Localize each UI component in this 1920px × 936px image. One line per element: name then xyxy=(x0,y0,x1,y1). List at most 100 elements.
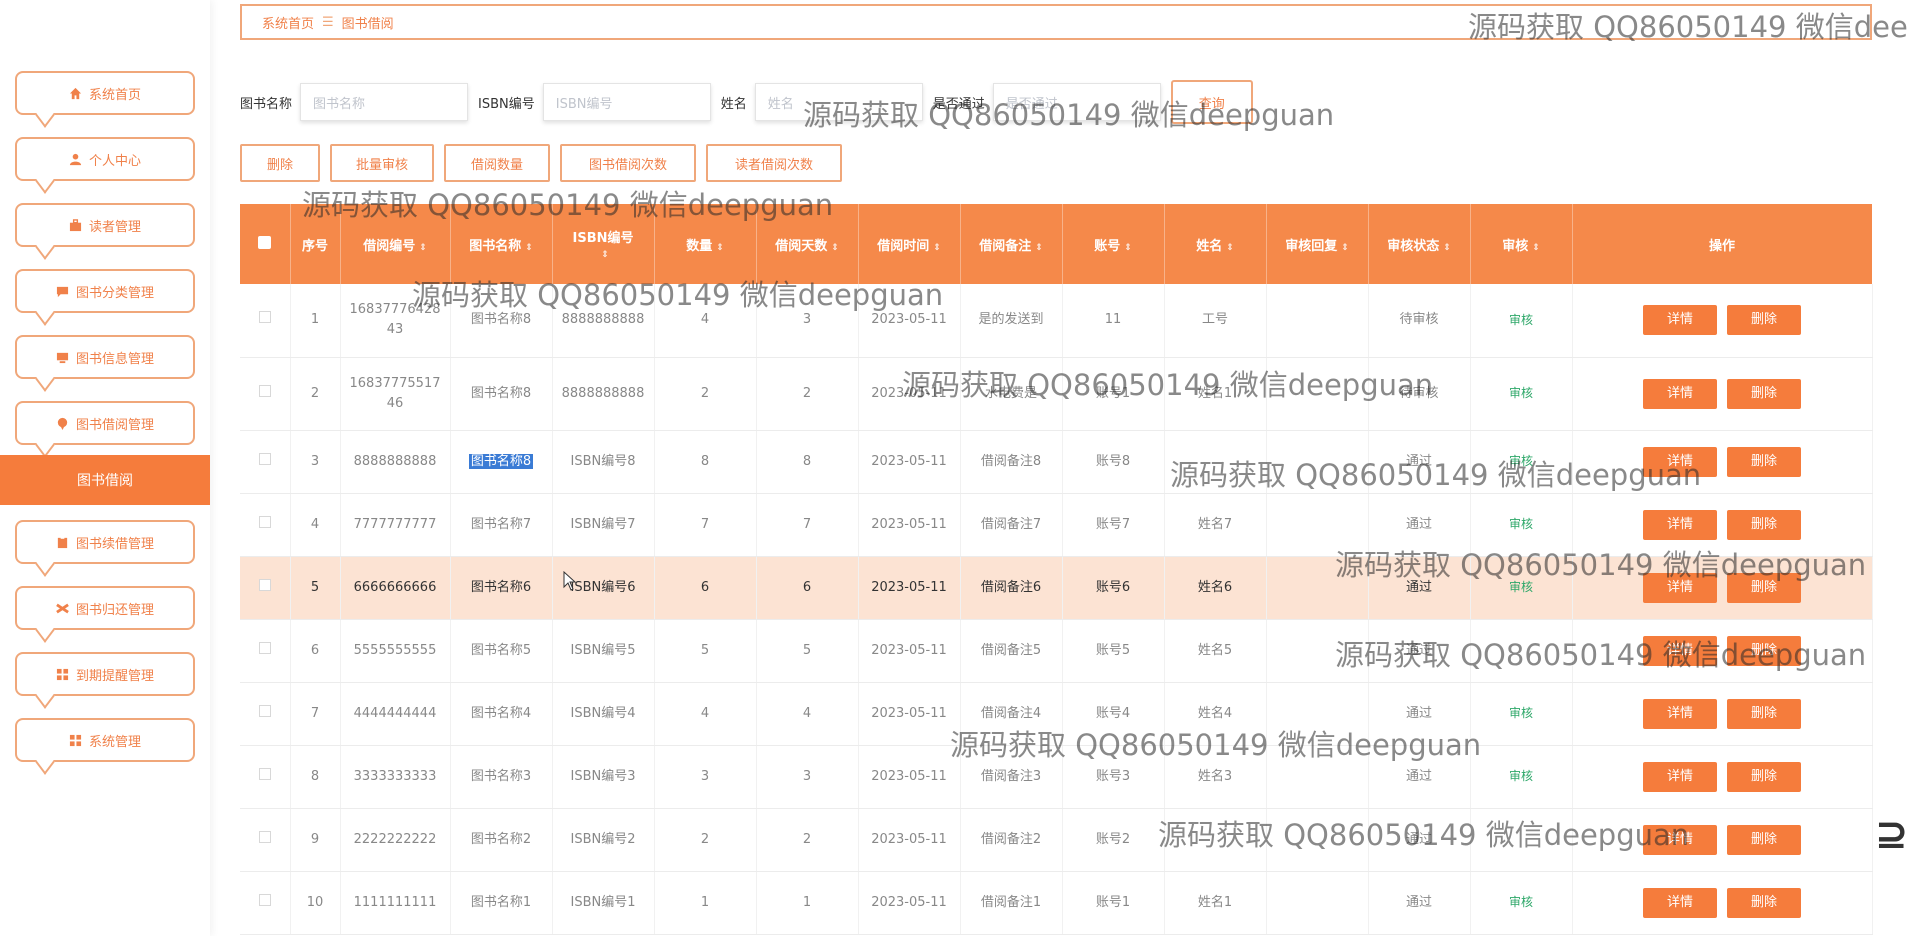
row-delete-button[interactable]: 删除 xyxy=(1727,824,1801,855)
cell-no: 6 xyxy=(310,642,320,658)
row-checkbox[interactable] xyxy=(258,311,271,324)
table-cell[interactable]: 审核 xyxy=(1470,745,1573,809)
cell-no: 8 xyxy=(310,768,320,784)
reader-borrow-times-button[interactable]: 读者借阅次数 xyxy=(706,144,842,182)
book-name-input[interactable]: 图书名称 xyxy=(300,83,469,121)
col-header[interactable]: ISBN编号 ⇕ xyxy=(552,204,655,284)
col-header[interactable]: 图书名称 ⇕ xyxy=(450,204,553,284)
menu-borrow[interactable]: 图书借阅管理 xyxy=(15,401,195,445)
cell-audit[interactable]: 审核 xyxy=(1509,517,1533,531)
menu-label: 图书借阅管理 xyxy=(75,417,154,433)
cell-audit[interactable]: 审核 xyxy=(1509,895,1533,909)
home-icon xyxy=(69,86,83,100)
row-delete-button[interactable]: 删除 xyxy=(1727,698,1801,729)
row-checkbox[interactable] xyxy=(258,452,271,465)
isbn-input[interactable]: ISBN编号 xyxy=(542,83,711,121)
row-checkbox[interactable] xyxy=(258,704,271,717)
cell-audit[interactable]: 审核 xyxy=(1509,706,1533,720)
detail-button[interactable]: 详情 xyxy=(1643,572,1717,603)
table-cell[interactable] xyxy=(1470,619,1573,683)
menu-category[interactable]: 图书分类管理 xyxy=(15,269,195,313)
pass-select[interactable]: 是否通过 xyxy=(992,83,1161,121)
row-checkbox[interactable] xyxy=(258,515,271,528)
row-checkbox[interactable] xyxy=(258,830,271,843)
col-header[interactable]: 姓名 ⇕ xyxy=(1164,204,1267,284)
row-delete-button[interactable]: 删除 xyxy=(1727,378,1801,409)
cell-audit[interactable]: 审核 xyxy=(1509,454,1533,468)
col-header[interactable]: 借阅备注 ⇕ xyxy=(960,204,1063,284)
table-cell[interactable]: 审核 xyxy=(1470,430,1573,494)
submenu-borrow-active[interactable]: 图书借阅 xyxy=(0,455,210,505)
col-header[interactable]: 账号 ⇕ xyxy=(1062,204,1165,284)
table-cell[interactable] xyxy=(1470,808,1573,872)
detail-button[interactable]: 详情 xyxy=(1643,378,1717,409)
row-delete-button[interactable]: 删除 xyxy=(1727,509,1801,540)
book-borrow-times-button[interactable]: 图书借阅次数 xyxy=(560,144,696,182)
col-header[interactable]: 审核回复 ⇕ xyxy=(1266,204,1369,284)
col-header[interactable]: 数量 ⇕ xyxy=(654,204,757,284)
col-header[interactable]: 借阅时间 ⇕ xyxy=(858,204,961,284)
cell-isbn: 8888888888 xyxy=(561,312,645,328)
detail-button[interactable]: 详情 xyxy=(1643,887,1717,918)
table-cell[interactable]: 审核 xyxy=(1470,871,1573,935)
col-header[interactable]: 审核 ⇕ xyxy=(1470,204,1573,284)
name-input[interactable]: 姓名 xyxy=(754,83,923,121)
detail-button[interactable]: 详情 xyxy=(1643,824,1717,855)
cell-days: 2 xyxy=(802,385,812,401)
detail-button[interactable]: 详情 xyxy=(1643,446,1717,477)
cell-account: 账号8 xyxy=(1095,453,1131,469)
row-delete-button[interactable]: 删除 xyxy=(1727,446,1801,477)
table-cell[interactable]: 审核 xyxy=(1470,493,1573,557)
row-delete-button[interactable]: 删除 xyxy=(1727,305,1801,336)
delete-button[interactable]: 删除 xyxy=(240,144,320,182)
menu-profile[interactable]: 个人中心 xyxy=(15,137,195,181)
detail-button[interactable]: 详情 xyxy=(1643,305,1717,336)
row-checkbox[interactable] xyxy=(258,767,271,780)
col-header[interactable]: 借阅编号 ⇕ xyxy=(340,204,451,284)
menu-system[interactable]: 系统管理 xyxy=(15,718,195,762)
query-button[interactable]: 查询 xyxy=(1170,80,1253,124)
cell-name: 姓名3 xyxy=(1197,768,1233,784)
menu-home[interactable]: 系统首页 xyxy=(15,71,195,115)
breadcrumb-home[interactable]: 系统首页 xyxy=(262,13,314,32)
cell-audit[interactable]: 审核 xyxy=(1509,769,1533,783)
cell-audit[interactable]: 审核 xyxy=(1509,386,1533,400)
col-header[interactable]: 审核状态 ⇕ xyxy=(1368,204,1471,284)
batch-audit-button[interactable]: 批量审核 xyxy=(330,144,434,182)
table-cell: 借阅备注1 xyxy=(960,871,1063,935)
row-delete-button[interactable]: 删除 xyxy=(1727,761,1801,792)
detail-button[interactable]: 详情 xyxy=(1643,635,1717,666)
menu-bookinfo[interactable]: 图书信息管理 xyxy=(15,335,195,379)
menu-reminder[interactable]: 到期提醒管理 xyxy=(15,652,195,696)
table-cell[interactable]: 审核 xyxy=(1470,682,1573,746)
row-checkbox[interactable] xyxy=(258,578,271,591)
table-cell: 账号7 xyxy=(1062,493,1165,557)
table-cell: 1111111111 xyxy=(340,871,451,935)
detail-button[interactable]: 详情 xyxy=(1643,698,1717,729)
menu-return[interactable]: 图书归还管理 xyxy=(15,586,195,630)
detail-button[interactable]: 详情 xyxy=(1643,761,1717,792)
row-delete-button[interactable]: 删除 xyxy=(1727,635,1801,666)
menu-readers[interactable]: 读者管理 xyxy=(15,203,195,247)
cell-audit[interactable]: 审核 xyxy=(1509,313,1533,327)
row-checkbox[interactable] xyxy=(258,384,271,397)
row-checkbox[interactable] xyxy=(258,641,271,654)
select-all-checkbox[interactable] xyxy=(240,204,291,284)
table-cell[interactable]: 审核 xyxy=(1470,556,1573,620)
table-cell: 借阅备注4 xyxy=(960,682,1063,746)
table-cell[interactable]: 审核 xyxy=(1470,284,1573,358)
table-cell: 7777777777 xyxy=(340,493,451,557)
col-header[interactable]: 借阅天数 ⇕ xyxy=(756,204,859,284)
menu-renew[interactable]: 图书续借管理 xyxy=(15,520,195,564)
row-checkbox[interactable] xyxy=(258,893,271,906)
cell-note: 借阅备注5 xyxy=(980,642,1042,658)
borrow-count-button[interactable]: 借阅数量 xyxy=(444,144,550,182)
row-delete-button[interactable]: 删除 xyxy=(1727,887,1801,918)
cell-audit[interactable]: 审核 xyxy=(1509,580,1533,594)
row-delete-button[interactable]: 删除 xyxy=(1727,572,1801,603)
table-row: 4 7777777777 图书名称7 ISBN编号7 7 7 2023-05-11 借阅备注7… xyxy=(240,493,1873,557)
operation-cell: 详情 删除 xyxy=(1572,808,1873,872)
cell-book: 图书名称3 xyxy=(470,768,532,784)
table-cell[interactable]: 审核 xyxy=(1470,357,1573,431)
detail-button[interactable]: 详情 xyxy=(1643,509,1717,540)
